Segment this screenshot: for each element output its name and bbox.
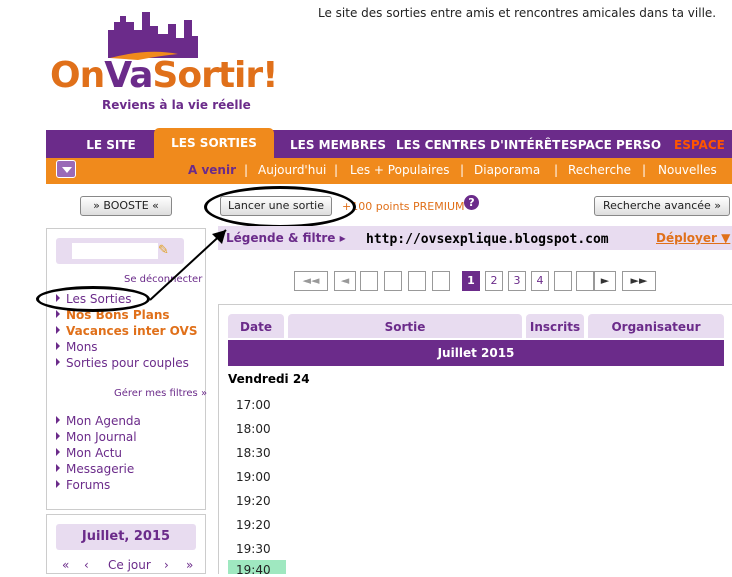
annotation-arrow-icon — [149, 229, 227, 301]
